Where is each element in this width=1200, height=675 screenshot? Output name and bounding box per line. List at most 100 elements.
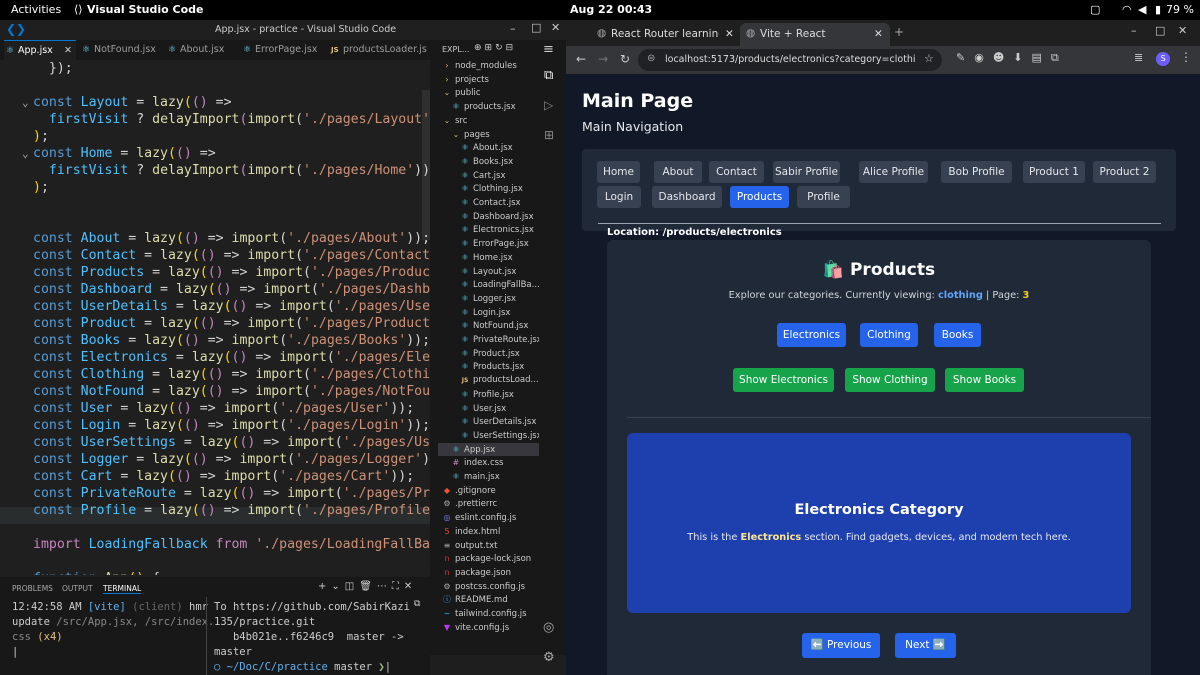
tree-item[interactable]: ⚛ Cart.jsx [438, 169, 539, 183]
tree-item[interactable]: › node_modules [438, 59, 539, 73]
nav-link[interactable]: Sabir Profile [773, 161, 840, 183]
tree-item[interactable]: ⌄ public [438, 86, 539, 100]
battery-icon[interactable]: ▮ [1155, 3, 1161, 16]
code-editor[interactable]: }); ⌄ const Layout = lazy(() => firstVisit… [0, 60, 430, 575]
tab-app-jsx[interactable]: ⚛ App.jsx ✕ [4, 40, 76, 60]
browser-tab-react-router[interactable]: ◍ React Router learning pa ✕ [591, 23, 739, 45]
bookmark-star-icon[interactable]: ☆ [924, 52, 934, 65]
show-category-button[interactable]: Show Electronics [733, 368, 834, 392]
terminal-actions-icon[interactable]: +⌄◫🗑⋯⛶✕ [318, 581, 417, 592]
fold-chevron-icon[interactable]: ⌄ [22, 572, 29, 575]
tree-item[interactable]: ⚛ ErrorPage.jsx [438, 237, 539, 251]
panel-tab-problems[interactable]: PROBLEMS [12, 584, 53, 593]
tree-item[interactable]: ◎ eslint.config.js [438, 511, 539, 525]
tree-item[interactable]: ⚛ Dashboard.jsx [438, 210, 539, 224]
address-bar[interactable]: ⊜ localhost:5173/products/electronics?ca… [638, 49, 942, 71]
tree-item[interactable]: ⚛ products.jsx [438, 100, 539, 114]
browser-tab-vite-react[interactable]: ◍ Vite + React ✕ [740, 23, 890, 46]
minimize-icon[interactable]: – [510, 22, 516, 35]
nav-link[interactable]: Alice Profile [859, 161, 928, 183]
clipboard-icon[interactable]: ▢ [1090, 3, 1100, 16]
explorer-icon[interactable]: ⧉ [544, 68, 553, 83]
browser-close-icon[interactable]: ✕ [1178, 24, 1187, 37]
tree-item[interactable]: ⚛ Contact.jsx [438, 196, 539, 210]
account-icon[interactable]: ◎ [543, 620, 554, 635]
category-link[interactable]: Books [934, 323, 981, 347]
tree-item[interactable]: ⚛ Home.jsx [438, 251, 539, 265]
tree-item[interactable]: ⌄ src [438, 114, 539, 128]
tree-item[interactable]: ⚛ User.jsx [438, 402, 539, 416]
nav-link[interactable]: Product 2 [1093, 161, 1156, 183]
reload-icon[interactable]: ↻ [620, 52, 630, 66]
clock[interactable]: Aug 22 00:43 [570, 3, 652, 16]
tree-item[interactable]: ⚛ Products.jsx [438, 360, 539, 374]
tree-item[interactable]: ⚛ Product.jsx [438, 347, 539, 361]
browser-menu-icon[interactable]: ⋮ [1180, 50, 1192, 64]
tab-close-icon[interactable]: ✕ [64, 41, 72, 61]
tree-item[interactable]: ⚛ LoadingFallBa... [438, 278, 539, 292]
fold-chevron-icon[interactable]: ⌄ [22, 96, 29, 109]
tree-item[interactable]: ⚛ Logger.jsx [438, 292, 539, 306]
settings-gear-icon[interactable]: ⚙ [543, 650, 555, 665]
run-debug-icon[interactable]: ▷ [544, 98, 553, 112]
nav-link[interactable]: Product 1 [1023, 161, 1085, 183]
show-category-button[interactable]: Show Books [945, 368, 1024, 392]
terminal-list-icon[interactable]: ⧉ [414, 599, 420, 609]
category-link[interactable]: Clothing [860, 323, 918, 347]
tree-item[interactable]: 5 index.html [438, 525, 539, 539]
tree-item[interactable]: ⚛ Electronics.jsx [438, 223, 539, 237]
tree-item[interactable]: ~ tailwind.config.js [438, 607, 539, 621]
tree-item[interactable]: › projects [438, 73, 539, 87]
tree-item[interactable]: ◆ .gitignore [438, 484, 539, 498]
tree-item[interactable]: ⚙ .prettierrc [438, 497, 539, 511]
nav-link[interactable]: About [654, 161, 702, 183]
nav-link[interactable]: Dashboard [652, 186, 722, 208]
tree-item[interactable]: # index.css [438, 456, 539, 470]
tab-about-jsx[interactable]: ⚛ About.jsx [166, 40, 241, 60]
tree-item[interactable]: ≡ output.txt [438, 539, 539, 553]
close-icon[interactable]: ✕ [551, 21, 560, 34]
tree-item[interactable]: ⚛ UserDetails.jsx [438, 415, 539, 429]
new-tab-icon[interactable]: + [894, 25, 904, 39]
category-link[interactable]: Electronics [777, 323, 846, 347]
previous-button[interactable]: ⬅️ Previous [802, 633, 880, 658]
show-category-button[interactable]: Show Clothing [845, 368, 935, 392]
fold-chevron-icon[interactable]: ⌄ [22, 147, 29, 160]
maximize-icon[interactable]: □ [531, 21, 541, 34]
tab-notfound-jsx[interactable]: ⚛ NotFound.jsx [80, 40, 166, 60]
nav-link[interactable]: Bob Profile [941, 161, 1012, 183]
tree-item[interactable]: n package.json [438, 566, 539, 580]
site-info-icon[interactable]: ⊜ [647, 53, 655, 64]
extensions-toolbar-icons[interactable]: ✎◉☻⬇▤⧉ [956, 51, 1068, 65]
nav-link[interactable]: Profile [797, 186, 850, 208]
tree-item[interactable]: ⚛ main.jsx [438, 470, 539, 484]
nav-link[interactable]: Login [597, 186, 641, 208]
tab-productsloader-js[interactable]: JS productsLoader.js [329, 40, 430, 60]
browser-minimize-icon[interactable]: – [1131, 24, 1137, 37]
tree-item[interactable]: ⚛ App.jsx [438, 442, 539, 457]
profile-avatar[interactable]: S [1156, 52, 1170, 66]
tree-item[interactable]: ⚛ PrivateRoute.jsx [438, 333, 539, 347]
tree-item[interactable]: ⚛ NotFound.jsx [438, 319, 539, 333]
panel-tab-output[interactable]: OUTPUT [62, 584, 93, 593]
panel-tab-terminal[interactable]: TERMINAL [103, 584, 142, 594]
tab-errorpage-jsx[interactable]: ⚛ ErrorPage.jsx [241, 40, 327, 60]
tree-item[interactable]: ⚛ Login.jsx [438, 306, 539, 320]
nav-link[interactable]: Contact [709, 161, 764, 183]
menu-icon[interactable]: ≡ [543, 42, 554, 57]
back-icon[interactable]: ← [576, 52, 586, 66]
playlist-icon[interactable]: ≣ [1134, 51, 1143, 64]
tab-close-icon[interactable]: ✕ [725, 28, 734, 40]
nav-link[interactable]: Home [597, 161, 640, 183]
wifi-icon[interactable]: ◠ [1122, 3, 1132, 16]
tree-item[interactable]: ⌄ pages [438, 128, 539, 142]
explorer-actions-icon[interactable]: ⊕⊞↻⊟ [474, 43, 516, 53]
tree-item[interactable]: n package-lock.json [438, 552, 539, 566]
tree-item[interactable]: ⚛ Layout.jsx [438, 265, 539, 279]
tree-item[interactable]: ⚛ Clothing.jsx [438, 182, 539, 196]
tree-item[interactable]: ⚛ Books.jsx [438, 155, 539, 169]
volume-icon[interactable]: ◀ [1138, 3, 1146, 16]
nav-link[interactable]: Products [730, 186, 789, 208]
tree-item[interactable]: JS productsLoad... [438, 374, 539, 388]
browser-maximize-icon[interactable]: □ [1155, 24, 1165, 37]
